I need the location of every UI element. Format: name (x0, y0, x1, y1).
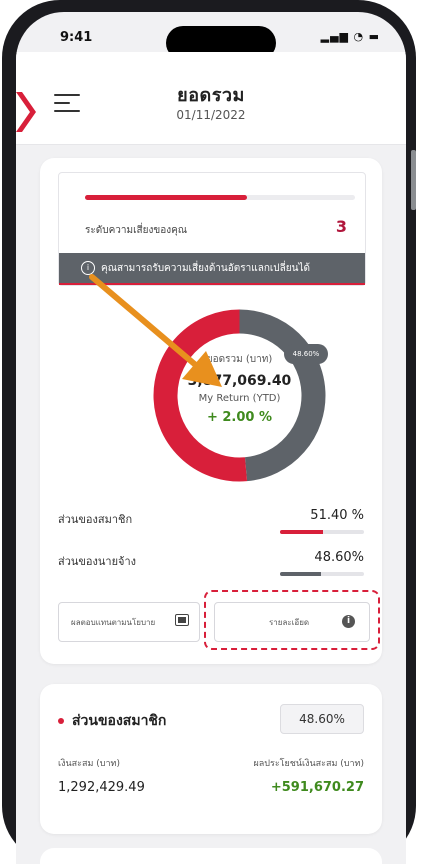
pointer-arrow-annotation (89, 274, 222, 387)
risk-level-label: ระดับความเสี่ยงของคุณ (85, 225, 188, 236)
signal-wifi-battery-icons: ▂▄▆ ◔ ▬ (320, 30, 380, 43)
member-detail-card[interactable]: ส่วนของสมาชิก 48.60% เงินสะสม (บาท) ผลปร… (40, 684, 382, 834)
risk-level-bar-fill (85, 195, 247, 200)
employer-share-value: 48.60% (314, 550, 364, 565)
member-share-bar-fill (280, 530, 324, 534)
accumulated-gain-value: +591,670.27 (270, 780, 364, 795)
policy-return-label: ผลตอบแทนตามนโยบาย (71, 618, 156, 627)
document-icon (175, 614, 189, 626)
accumulated-value: 1,292,429.49 (58, 780, 145, 795)
app-header: ยอดรวม 01/11/2022 (16, 52, 406, 145)
page-title: ยอดรวม (177, 85, 245, 106)
info-icon: i (342, 615, 355, 628)
risk-level-bar (85, 195, 355, 200)
accumulated-label: เงินสะสม (บาท) (58, 759, 120, 769)
details-label: รายละเอียด (269, 618, 310, 627)
details-button[interactable]: รายละเอียด i (214, 602, 370, 642)
employer-share-bar (280, 572, 364, 576)
status-time: 9:41 (60, 30, 93, 45)
bullet-dot-icon (58, 718, 64, 724)
employer-share-bar-fill (280, 572, 321, 576)
screen: 9:41 ▂▄▆ ◔ ▬ ยอดรวม 01/11/2022 ระดับความ… (16, 12, 406, 864)
next-card-peek (40, 848, 382, 864)
accumulated-gain-label: ผลประโยชน์เงินสะสม (บาท) (253, 759, 365, 769)
page-date: 01/11/2022 (176, 108, 246, 122)
phone-frame: 9:41 ▂▄▆ ◔ ▬ ยอดรวม 01/11/2022 ระดับความ… (2, 0, 416, 864)
donut-percent-badge: 48.60% (284, 344, 328, 364)
member-card-title: ส่วนของสมาชิก (72, 713, 167, 729)
risk-level-value: 3 (335, 217, 347, 236)
policy-return-button[interactable]: ผลตอบแทนตามนโยบาย (58, 602, 200, 642)
member-percent-badge: 48.60% (280, 704, 364, 734)
member-share-bar (280, 530, 364, 534)
member-share-value: 51.40 % (310, 508, 364, 523)
side-button (411, 150, 416, 210)
